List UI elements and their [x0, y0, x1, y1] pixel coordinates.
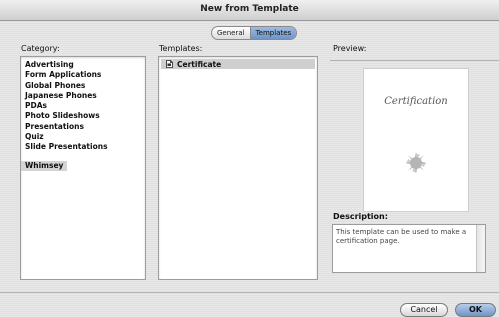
cancel-button[interactable]: Cancel [400, 303, 448, 317]
category-item-photo-slideshows[interactable]: Photo Slideshows [21, 111, 145, 121]
template-item-label: Certificate [177, 59, 222, 69]
category-item-japanese-phones[interactable]: Japanese Phones [21, 91, 145, 101]
document-icon [166, 60, 173, 68]
category-item-presentations[interactable]: Presentations [21, 122, 145, 132]
tab-switcher: General Templates [211, 26, 298, 40]
category-item-form-applications[interactable]: Form Applications [21, 70, 145, 80]
footer-divider [0, 292, 499, 293]
category-item-global-phones[interactable]: Global Phones [21, 81, 145, 91]
preview-image: Certification [363, 68, 469, 212]
seal-icon [405, 152, 427, 174]
preview-label: Preview: [333, 44, 367, 53]
category-item-quiz[interactable]: Quiz [21, 132, 145, 142]
template-item-certificate[interactable]: Certificate [161, 59, 315, 69]
category-item-pdas[interactable]: PDAs [21, 101, 145, 111]
category-item-whimsey[interactable]: Whimsey [21, 160, 68, 171]
window-title: New from Template [200, 4, 299, 14]
title-bar[interactable]: New from Template [0, 0, 499, 21]
tab-general[interactable]: General [212, 27, 250, 39]
templates-list[interactable]: Certificate [158, 56, 318, 280]
category-item-advertising[interactable]: Advertising [21, 60, 145, 70]
ok-button[interactable]: OK [455, 303, 496, 317]
category-item-slide-presentations[interactable]: Slide Presentations [21, 142, 145, 152]
description-text: This template can be used to make a cert… [336, 228, 467, 245]
tab-templates[interactable]: Templates [249, 27, 297, 39]
templates-label: Templates: [159, 44, 203, 53]
preview-divider [330, 60, 499, 61]
category-list[interactable]: Advertising Form Applications Global Pho… [20, 56, 146, 280]
description-label: Description: [333, 212, 388, 221]
description-scrollbar[interactable] [476, 225, 485, 272]
dialog-window: New from Template General Templates Cate… [0, 0, 499, 317]
preview-card-text: Certification [384, 96, 448, 107]
category-label: Category: [21, 44, 60, 53]
description-box: This template can be used to make a cert… [332, 224, 486, 273]
